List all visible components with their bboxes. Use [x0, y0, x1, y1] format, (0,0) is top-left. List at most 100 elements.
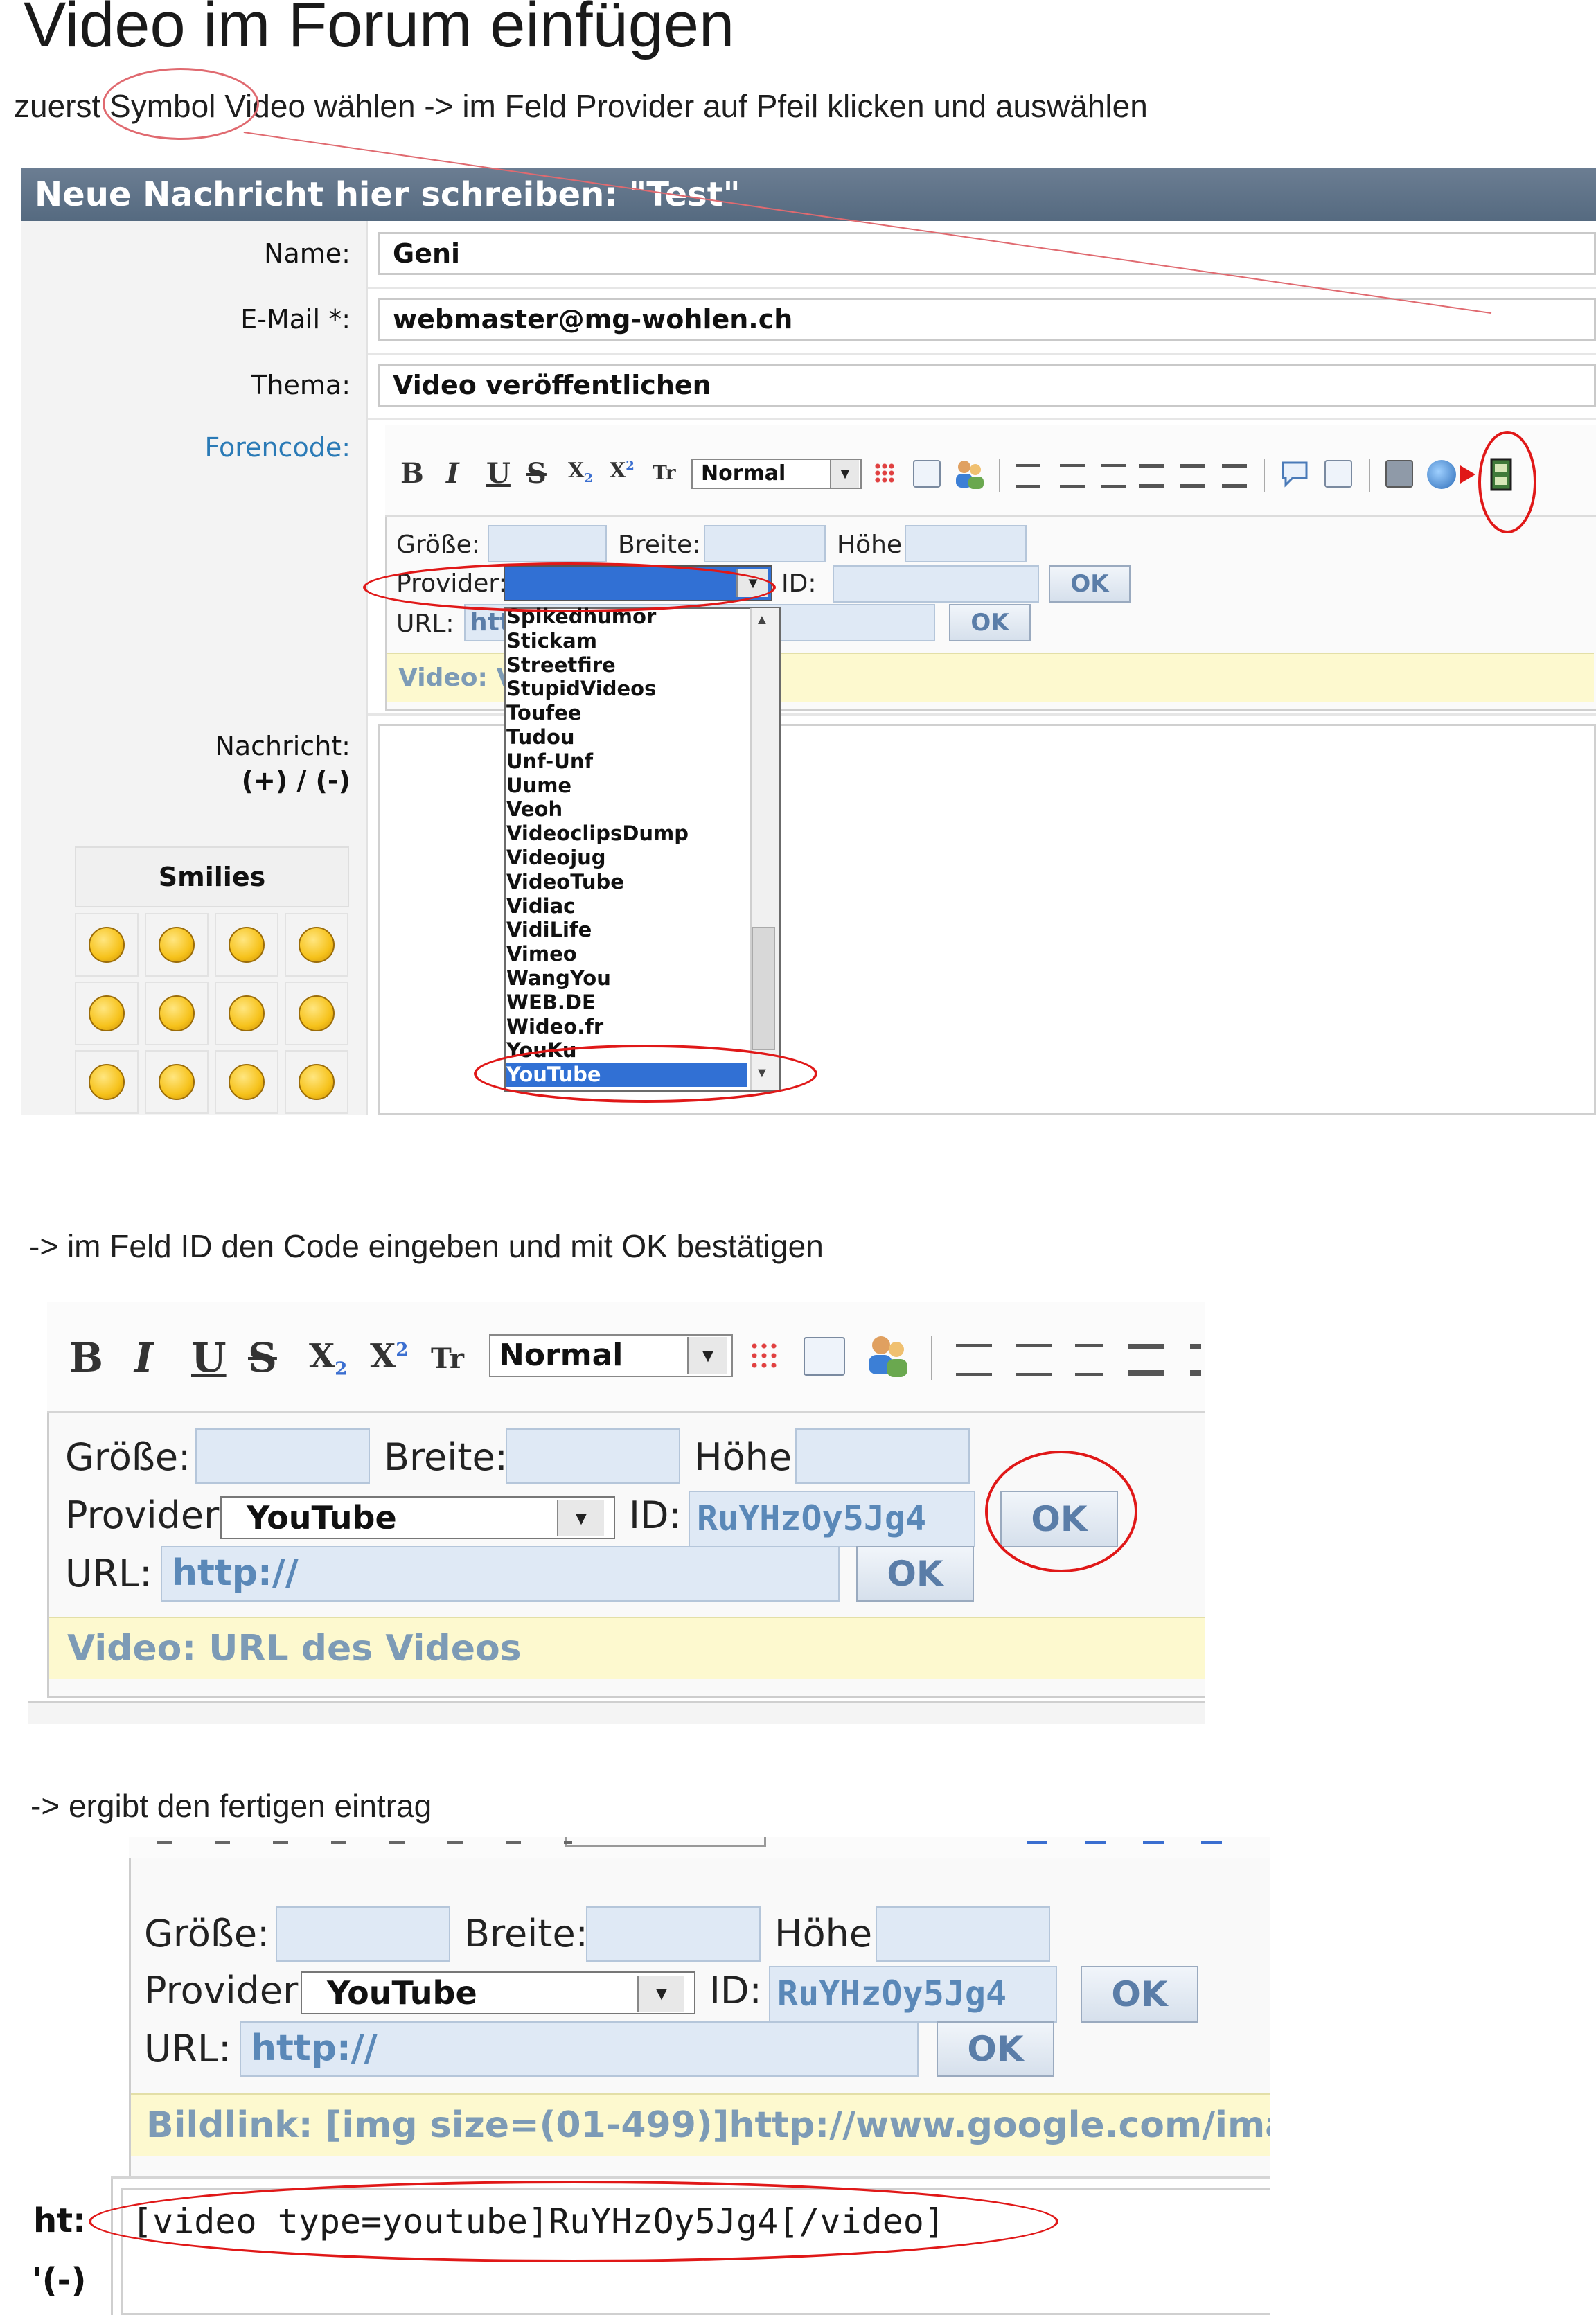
- provider-option[interactable]: Streetfire: [506, 653, 616, 677]
- provider-option[interactable]: Uume: [506, 774, 571, 798]
- users-icon[interactable]: [952, 457, 985, 490]
- smiley-tongue[interactable]: [215, 982, 278, 1045]
- provider-option[interactable]: Stickam: [506, 629, 597, 653]
- align-left-icon[interactable]: [1139, 464, 1164, 488]
- plusminus-link[interactable]: (+) / (-): [21, 763, 351, 798]
- width-input-3[interactable]: [586, 1906, 761, 1962]
- thema-input[interactable]: Video veröffentlichen: [378, 364, 1596, 407]
- width-input[interactable]: [704, 525, 826, 562]
- provider-select-3-chevron-down-icon[interactable]: ▼: [637, 1976, 684, 2012]
- align-center-icon-2[interactable]: [1190, 1344, 1201, 1376]
- smiley-surprised[interactable]: [215, 1050, 278, 1114]
- dropdown-scroll-thumb[interactable]: [752, 927, 775, 1050]
- smiley-sad[interactable]: [145, 913, 209, 977]
- color-palette-icon[interactable]: [874, 463, 895, 484]
- italic-button-2[interactable]: I: [134, 1334, 153, 1381]
- underline-button-2[interactable]: U: [191, 1334, 227, 1381]
- url-ok-button-3[interactable]: OK: [937, 2021, 1054, 2077]
- smiley-wink[interactable]: [145, 982, 209, 1045]
- numbered-list-icon-2[interactable]: [1016, 1344, 1052, 1376]
- quote-icon[interactable]: [1280, 460, 1311, 488]
- subscript-button[interactable]: X2: [568, 459, 593, 486]
- smiley-angry[interactable]: [285, 982, 348, 1045]
- align-center-icon[interactable]: [1180, 464, 1205, 488]
- id-input[interactable]: [833, 565, 1039, 603]
- numbered-list-icon[interactable]: [1060, 464, 1085, 488]
- italic-button[interactable]: I: [446, 457, 459, 490]
- scroll-up-icon[interactable]: ▲: [755, 612, 769, 628]
- email-input[interactable]: webmaster@mg-wohlen.ch: [378, 298, 1596, 341]
- superscript-button-2[interactable]: X2: [370, 1337, 408, 1376]
- id-ok-button-3[interactable]: OK: [1081, 1966, 1198, 2023]
- superscript-button[interactable]: X2: [610, 459, 635, 483]
- id-ok-button[interactable]: OK: [1049, 565, 1130, 603]
- bullet-list-icon[interactable]: [1016, 464, 1040, 488]
- list-buttons-3-cropped[interactable]: [1027, 1841, 1255, 1844]
- id-input-2[interactable]: RuYHzOy5Jg4: [689, 1491, 975, 1547]
- smiley-cool[interactable]: [75, 913, 139, 977]
- provider-select-2-chevron-down-icon[interactable]: ▼: [557, 1500, 604, 1536]
- align-right-icon[interactable]: [1222, 464, 1247, 488]
- subscript-button-2[interactable]: X2: [309, 1337, 347, 1380]
- smiley-cry[interactable]: [75, 1050, 139, 1114]
- height-input-3[interactable]: [876, 1906, 1050, 1962]
- bold-button-2[interactable]: B: [69, 1334, 103, 1381]
- url-input-2[interactable]: http://: [161, 1546, 840, 1602]
- url-input-3[interactable]: http://: [240, 2021, 919, 2077]
- provider-select-2[interactable]: YouTube: [220, 1496, 615, 1539]
- provider-option[interactable]: Vidiac: [506, 894, 575, 919]
- bold-button[interactable]: B: [400, 457, 424, 490]
- provider-option[interactable]: Vimeo: [506, 942, 577, 966]
- smiley-smile[interactable]: [215, 913, 278, 977]
- image-icon[interactable]: [1385, 460, 1413, 488]
- strike-button[interactable]: S: [526, 457, 547, 490]
- strike-button-2[interactable]: S: [248, 1334, 277, 1381]
- code-icon[interactable]: [1324, 460, 1352, 488]
- subscript-x-2: X: [309, 1337, 335, 1376]
- format-select-2-chevron-down-icon[interactable]: ▼: [687, 1337, 727, 1374]
- provider-option[interactable]: VideoTube: [506, 870, 624, 894]
- insert-table-icon[interactable]: [913, 460, 941, 488]
- users-icon-2[interactable]: [863, 1331, 910, 1378]
- toolbar-buttons-3-cropped[interactable]: [157, 1841, 572, 1844]
- bullet-list-icon-2[interactable]: [956, 1344, 992, 1376]
- list-icon-2[interactable]: [1075, 1344, 1103, 1376]
- height-input-2[interactable]: [795, 1428, 970, 1484]
- smiley-grin[interactable]: [285, 913, 348, 977]
- smiley-rolleyes[interactable]: [285, 1050, 348, 1114]
- smiley-shocked[interactable]: [145, 1050, 209, 1114]
- provider-option[interactable]: Wideo.fr: [506, 1015, 603, 1039]
- size-input-2[interactable]: [195, 1428, 370, 1484]
- list-icon[interactable]: [1101, 464, 1126, 488]
- smiley-happy[interactable]: [75, 982, 139, 1045]
- width-input-2[interactable]: [506, 1428, 680, 1484]
- globe-icon[interactable]: [1427, 460, 1456, 489]
- provider-option[interactable]: VideoclipsDump: [506, 822, 689, 846]
- name-input[interactable]: Geni: [378, 232, 1596, 275]
- underline-button[interactable]: U: [486, 457, 511, 490]
- provider-select-3[interactable]: YouTube: [301, 1971, 695, 2014]
- size-input[interactable]: [488, 525, 607, 562]
- format-select-chevron-down-icon[interactable]: ▼: [830, 460, 859, 488]
- provider-option[interactable]: Veoh: [506, 797, 562, 822]
- height-input[interactable]: [905, 525, 1027, 562]
- url-ok-button-2[interactable]: OK: [856, 1546, 974, 1602]
- provider-option[interactable]: Unf-Unf: [506, 750, 593, 774]
- provider-option[interactable]: VidiLife: [506, 918, 592, 942]
- id-input-3[interactable]: RuYHzOy5Jg4: [769, 1966, 1057, 2023]
- teletype-button-2[interactable]: Tr: [431, 1342, 464, 1375]
- provider-option[interactable]: Videojug: [506, 846, 606, 870]
- provider-option[interactable]: StupidVideos: [506, 677, 656, 701]
- teletype-button[interactable]: Tr: [653, 461, 676, 484]
- insert-table-icon-2[interactable]: [804, 1337, 845, 1376]
- provider-option[interactable]: WEB.DE: [506, 991, 596, 1015]
- url-ok-button[interactable]: OK: [949, 604, 1031, 641]
- provider-option[interactable]: Tudou: [506, 725, 575, 750]
- provider-option[interactable]: WangYou: [506, 966, 611, 991]
- color-palette-icon-2[interactable]: [750, 1341, 780, 1372]
- format-select-3[interactable]: [565, 1837, 766, 1847]
- provider-option[interactable]: Toufee: [506, 701, 581, 725]
- align-left-icon-2[interactable]: [1128, 1344, 1164, 1376]
- plusminus-link-3-cropped[interactable]: '(-): [32, 2261, 87, 2300]
- size-input-3[interactable]: [276, 1906, 450, 1962]
